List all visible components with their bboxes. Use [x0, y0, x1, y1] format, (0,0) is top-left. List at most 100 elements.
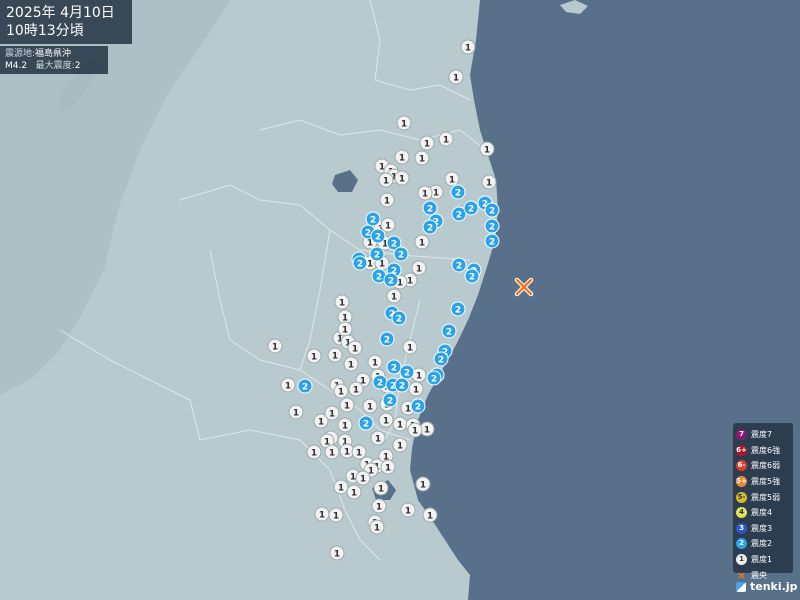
intensity-1-marker: 1 [460, 39, 476, 55]
intensity-2-marker: 2 [358, 415, 374, 431]
svg-text:1: 1 [329, 449, 335, 459]
svg-text:1: 1 [424, 426, 430, 436]
svg-text:1: 1 [397, 442, 403, 452]
intensity-2-marker: 2 [399, 364, 415, 380]
svg-text:1: 1 [385, 222, 391, 232]
svg-text:1: 1 [329, 410, 335, 420]
intensity-1-marker: 1 [324, 405, 340, 421]
epicenter-label: 震源地: [5, 49, 36, 59]
svg-text:2: 2 [489, 207, 495, 217]
svg-text:2: 2 [365, 229, 371, 239]
legend-label: 震度5強 [751, 477, 781, 487]
svg-text:1: 1 [367, 260, 373, 270]
svg-text:1: 1 [333, 512, 339, 522]
legend-symbol: 5- [736, 491, 747, 503]
datetime-panel: 2025年 4月10日 10時13分頃 [0, 0, 132, 44]
intensity-2-marker: 2 [484, 202, 500, 218]
svg-text:1: 1 [424, 140, 430, 150]
svg-text:2: 2 [404, 369, 410, 379]
magnitude: M4.2 [5, 61, 28, 71]
svg-text:1: 1 [342, 326, 348, 336]
legend-label: 震度7 [751, 430, 773, 440]
intensity-1-marker: 1 [400, 502, 416, 518]
tenki-logo-icon [736, 581, 746, 592]
svg-text:2: 2 [376, 273, 382, 283]
svg-text:2: 2 [468, 205, 474, 215]
svg-text:1: 1 [384, 197, 390, 207]
legend-symbol: × [736, 568, 747, 582]
svg-text:1: 1 [372, 359, 378, 369]
intensity-1-marker: 1 [334, 294, 350, 310]
svg-text:1: 1 [379, 260, 385, 270]
intensity-1-marker: 1 [411, 260, 427, 276]
svg-text:2: 2 [456, 262, 462, 272]
svg-text:1: 1 [338, 388, 344, 398]
legend-item: 4 震度4 [736, 505, 790, 521]
intensity-1-marker: 1 [306, 444, 322, 460]
intensity-2-marker: 2 [441, 323, 457, 339]
intensity-2-marker: 2 [464, 268, 480, 284]
intensity-2-marker: 2 [365, 211, 381, 227]
svg-text:1: 1 [376, 503, 382, 513]
legend-label: 震度1 [751, 555, 773, 565]
intensity-2-marker: 2 [379, 331, 395, 347]
legend-label: 震央 [751, 570, 767, 580]
svg-text:1: 1 [453, 74, 459, 84]
svg-text:2: 2 [375, 233, 381, 243]
svg-text:2: 2 [387, 397, 393, 407]
intensity-2-marker: 2 [422, 219, 438, 235]
intensity-1-marker: 1 [417, 185, 433, 201]
intensity-1-marker: 1 [288, 404, 304, 420]
svg-text:1: 1 [405, 405, 411, 415]
intensity-1-marker: 1 [371, 498, 387, 514]
svg-text:1: 1 [383, 417, 389, 427]
intensity-1-marker: 1 [306, 348, 322, 364]
intensity-2-marker: 2 [450, 184, 466, 200]
intensity-2-marker: 2 [383, 272, 399, 288]
intensity-1-marker: 1 [386, 288, 402, 304]
legend-item: 5- 震度5弱 [736, 489, 790, 505]
intensity-1-marker: 1 [355, 470, 371, 486]
legend-symbol: 7 [736, 429, 747, 441]
svg-text:1: 1 [350, 473, 356, 483]
svg-text:1: 1 [486, 179, 492, 189]
legend-symbol: 3 [736, 522, 747, 534]
svg-text:1: 1 [443, 136, 449, 146]
intensity-2-marker: 2 [451, 257, 467, 273]
svg-text:1: 1 [319, 511, 325, 521]
intensity-1-marker: 1 [280, 377, 296, 393]
svg-text:2: 2 [446, 328, 452, 338]
map: 1111111111 11 1 1111111111 111111111111 11111… [0, 0, 800, 600]
legend-item: 1 震度1 [736, 552, 790, 568]
intensity-1-marker: 1 [378, 172, 394, 188]
svg-text:1: 1 [419, 155, 425, 165]
svg-text:1: 1 [311, 449, 317, 459]
legend-item: 7 震度7 [736, 427, 790, 443]
svg-text:1: 1 [339, 299, 345, 309]
intensity-1-marker: 1 [379, 192, 395, 208]
intensity-legend: 7 震度7 6+ 震度6強 6- 震度6弱 5+ 震度5強 5- 震度5弱 4 震度4 3 震度3 2 震度2… [733, 423, 793, 581]
intensity-2-marker: 2 [484, 233, 500, 249]
svg-text:2: 2 [489, 238, 495, 248]
intensity-1-marker: 1 [267, 338, 283, 354]
intensity-2-marker: 2 [450, 301, 466, 317]
intensity-2-marker: 2 [382, 392, 398, 408]
svg-text:2: 2 [370, 216, 376, 226]
svg-text:1: 1 [427, 512, 433, 522]
intensity-1-marker: 1 [348, 381, 364, 397]
svg-text:1: 1 [484, 146, 490, 156]
intensity-1-marker: 1 [380, 459, 396, 475]
svg-text:1: 1 [311, 353, 317, 363]
svg-text:1: 1 [378, 485, 384, 495]
intensity-1-marker: 1 [419, 135, 435, 151]
intensity-2-marker: 2 [422, 200, 438, 216]
intensity-1-marker: 1 [343, 356, 359, 372]
svg-text:2: 2 [391, 364, 397, 374]
intensity-1-marker: 1 [414, 150, 430, 166]
svg-text:2: 2 [391, 240, 397, 250]
legend-item: 6- 震度6弱 [736, 458, 790, 474]
svg-text:2: 2 [398, 251, 404, 261]
intensity-2-marker: 2 [484, 218, 500, 234]
svg-text:1: 1 [332, 352, 338, 362]
svg-text:2: 2 [489, 223, 495, 233]
